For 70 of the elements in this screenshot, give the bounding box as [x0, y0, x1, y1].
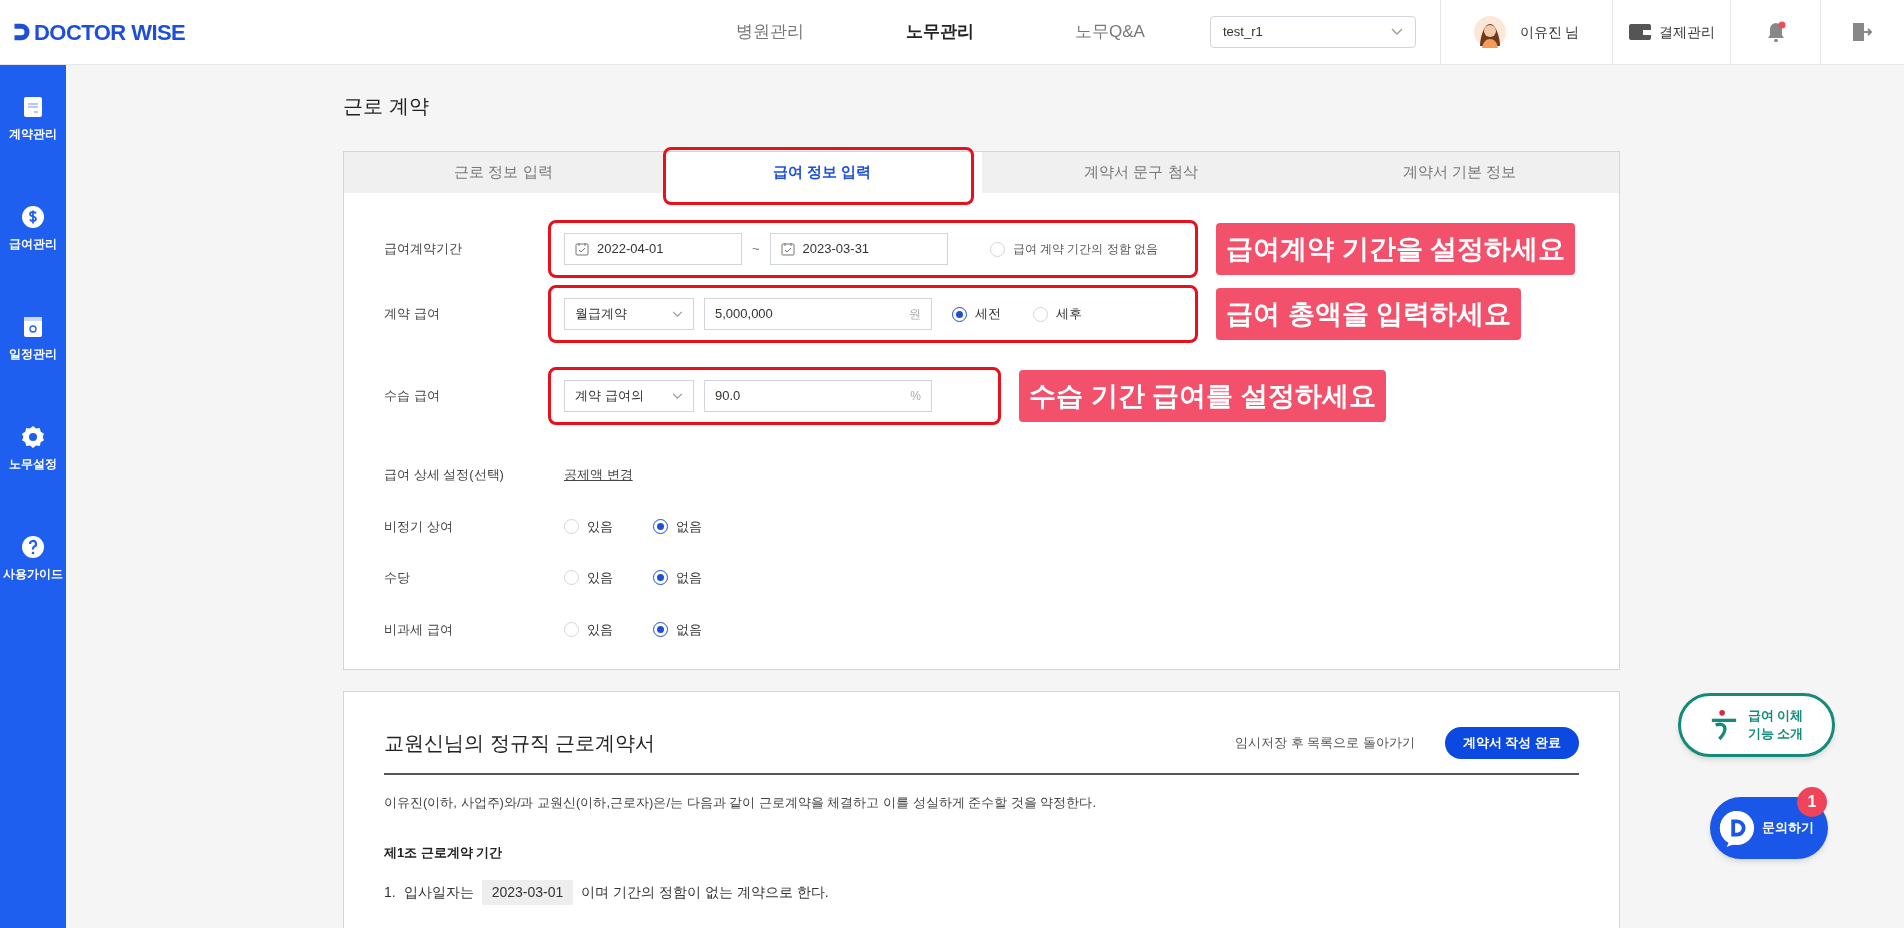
- nav-tab[interactable]: 병원관리: [685, 0, 855, 65]
- transfer-feature-button[interactable]: 급여 이체 기능 소개: [1678, 693, 1835, 757]
- form-tab[interactable]: 계약서 기본 정보: [1300, 152, 1619, 193]
- hospital-select[interactable]: test_r1: [1210, 16, 1416, 48]
- radio-option[interactable]: 없음: [653, 619, 702, 639]
- bank-logo-icon: [1709, 709, 1738, 741]
- settings-icon: [21, 425, 45, 449]
- sidebar-item[interactable]: 사용가이드: [0, 525, 66, 635]
- nav-tab[interactable]: 노무Q&A: [1025, 0, 1195, 65]
- page-title: 근로 계약: [343, 94, 430, 119]
- chevron-down-icon: [672, 310, 683, 318]
- sidebar-item[interactable]: 급여관리: [0, 195, 66, 305]
- radio-option[interactable]: 있음: [564, 568, 613, 588]
- contract-title: 교원신님의 정규직 근로계약서: [384, 731, 656, 756]
- range-separator: ~: [752, 240, 760, 259]
- field-label: 계약 급여: [384, 305, 441, 324]
- radio-option[interactable]: 세후: [1033, 304, 1082, 324]
- filled-value: 2023-03-01: [481, 880, 574, 905]
- radio-option[interactable]: 없음: [653, 568, 702, 588]
- logo: DOCTOR WISE: [34, 18, 186, 47]
- chevron-down-icon: [1391, 28, 1403, 36]
- complete-button[interactable]: 계약서 작성 완료: [1444, 727, 1579, 759]
- sidebar-item[interactable]: 일정관리: [0, 305, 66, 415]
- clause-text: 이며 기간의 정함이 없는 계약으로 한다.: [581, 883, 829, 902]
- logo-icon: [12, 21, 32, 43]
- help-icon: [21, 535, 45, 559]
- input-field[interactable]: 5,000,000 원: [704, 298, 932, 330]
- dropdown[interactable]: 계약 급여의: [564, 380, 694, 412]
- clause-text: 입사일자는: [403, 883, 474, 902]
- radio-option[interactable]: 있음: [564, 619, 613, 639]
- calendar-icon: [575, 242, 589, 256]
- field-label: 급여 상세 설정(선택): [384, 466, 505, 484]
- notification-badge: 1: [1797, 787, 1827, 817]
- form-tab[interactable]: 계약서 문구 첨삭: [981, 152, 1301, 193]
- input-field[interactable]: 90.0 %: [704, 380, 932, 412]
- link[interactable]: 공제액 변경: [564, 465, 633, 485]
- sidebar-item[interactable]: 노무설정: [0, 415, 66, 525]
- calendar-icon: [780, 242, 795, 256]
- dollar-icon: [21, 205, 45, 229]
- wallet-icon: [1628, 24, 1651, 40]
- form-tab[interactable]: 근로 정보 입력: [344, 152, 663, 193]
- no-term-option[interactable]: 급여 계약 기간의 정함 없음: [989, 240, 1158, 258]
- callout-label: 급여 총액을 입력하세요: [1216, 288, 1521, 340]
- save-link[interactable]: 임시저장 후 목록으로 돌아가기: [1234, 733, 1415, 753]
- field-label: 수습 급여: [384, 387, 441, 406]
- field-label: 비정기 상여: [384, 517, 454, 536]
- radio-option[interactable]: 없음: [653, 516, 702, 536]
- contract-paragraph: 이유진(이하, 사업주)와/과 교원신(이하,근로자)은/는 다음과 같이 근로계약을 체결하고 이를 성실하게 준수할 것을 약정한다.: [384, 794, 1098, 812]
- field-label: 비과세 급여: [384, 620, 454, 639]
- field-label: 수당: [384, 569, 411, 587]
- callout-label: 급여계약 기간을 설정하세요: [1216, 223, 1575, 275]
- chat-icon: [1718, 809, 1756, 847]
- calendar-icon: [21, 315, 45, 339]
- avatar-icon[interactable]: [1473, 16, 1506, 48]
- user-name[interactable]: 이유진 님: [1519, 21, 1580, 43]
- input-field[interactable]: 2023-03-31: [769, 233, 948, 265]
- billing-button[interactable]: 결제관리: [1612, 0, 1730, 64]
- input-field[interactable]: 2022-04-01: [564, 233, 742, 265]
- field-label: 급여계약기간: [384, 240, 463, 259]
- nav-tab[interactable]: 노무관리: [855, 0, 1025, 65]
- radio-option[interactable]: 있음: [564, 516, 613, 536]
- callout-label: 수습 기간 급여를 설정하세요: [1019, 370, 1386, 422]
- radio-option[interactable]: 세전: [952, 304, 1001, 324]
- clause-number: 1.: [384, 883, 396, 902]
- dropdown[interactable]: 월급계약: [564, 298, 694, 330]
- select-value: test_r1: [1223, 23, 1263, 42]
- chevron-down-icon: [672, 392, 683, 400]
- article-title: 제1조 근로계약 기간: [384, 843, 504, 862]
- document-icon: [21, 95, 45, 119]
- sidebar-item[interactable]: 계약관리: [0, 85, 66, 195]
